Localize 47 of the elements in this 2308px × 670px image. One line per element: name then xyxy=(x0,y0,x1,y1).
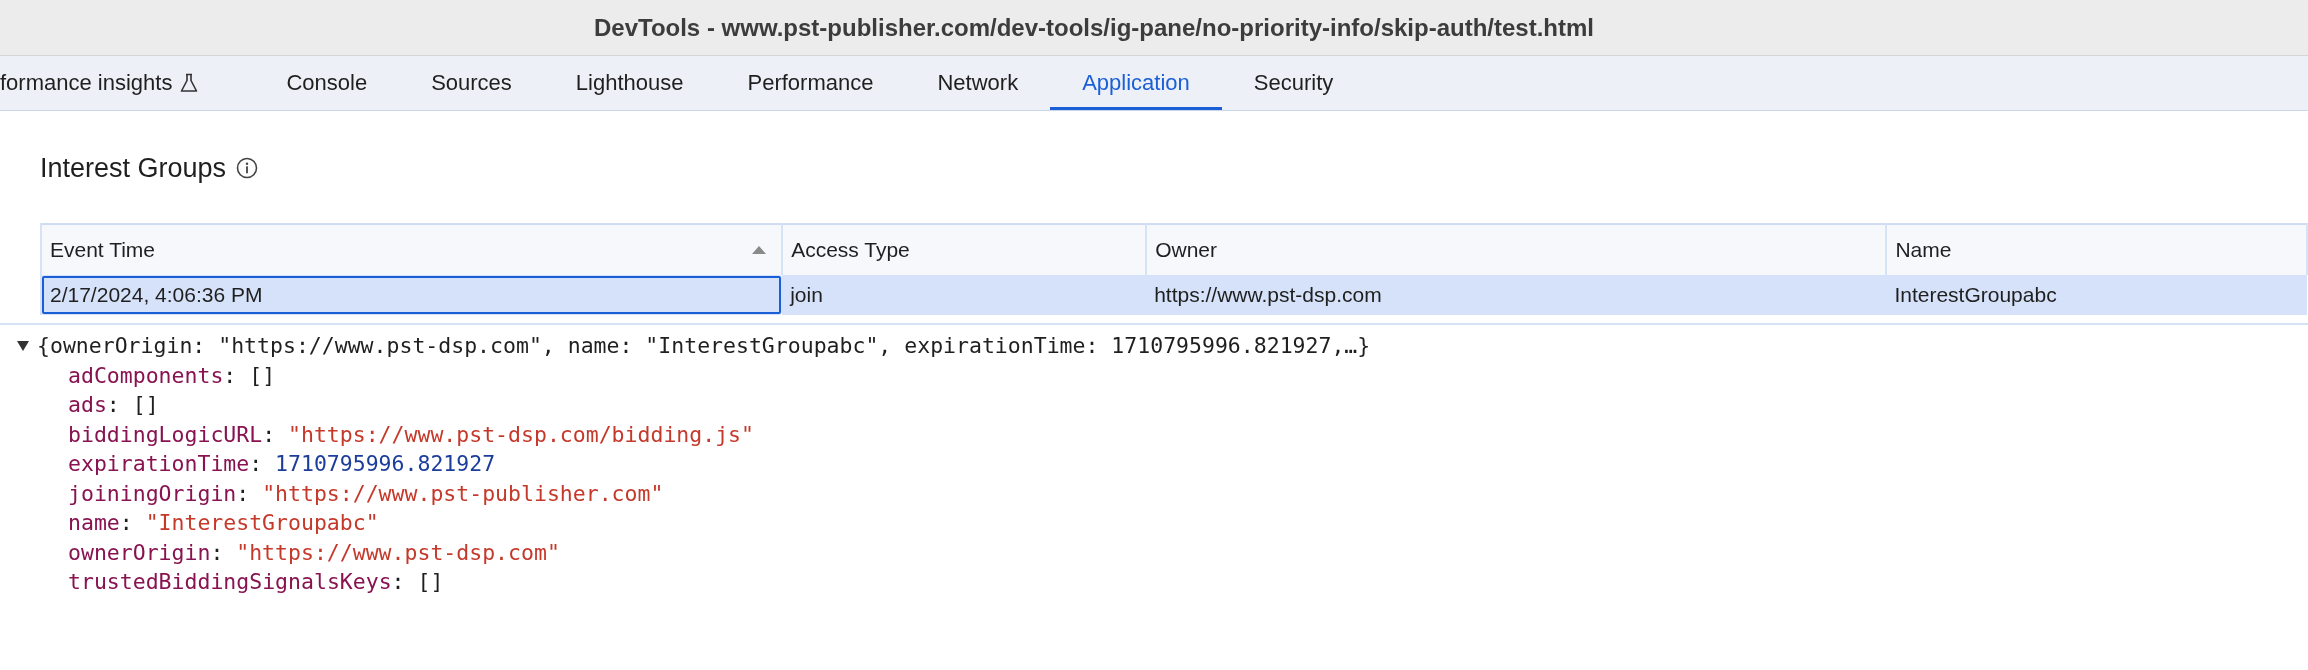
property-value: "https://www.pst-dsp.com" xyxy=(236,539,560,565)
separator: : xyxy=(391,569,405,595)
section-title: Interest Groups xyxy=(40,152,227,184)
table-row[interactable]: 2/17/2024, 4:06:36 PM join https://www.pst-dsp.com InterestGroupabc xyxy=(41,275,2307,315)
property-value: "https://www.pst-dsp.com/bidding.js" xyxy=(288,421,754,447)
tab[interactable]: Security xyxy=(1221,56,1366,110)
table-cell: 2/17/2024, 4:06:36 PM xyxy=(41,275,783,315)
tab[interactable]: Lighthouse xyxy=(543,56,716,110)
tab[interactable]: Network xyxy=(905,56,1051,110)
property-key: trustedBiddingSignalsKeys xyxy=(68,569,392,595)
object-summary: {ownerOrigin: "https://www.pst-dsp.com", name: "InterestGroupabc", expirationTime: 1710795996.821927,…} xyxy=(37,333,1371,359)
property-value: "InterestGroupabc" xyxy=(145,510,379,536)
table-cell: join xyxy=(782,275,1147,315)
tab[interactable]: Application xyxy=(1050,56,1222,110)
expanded-triangle-icon[interactable] xyxy=(16,339,30,352)
flask-icon xyxy=(180,73,199,93)
separator: : xyxy=(106,392,120,418)
column-header[interactable]: Access Type xyxy=(782,224,1147,275)
property-key: ads xyxy=(68,392,107,418)
property-key: biddingLogicURL xyxy=(68,421,263,447)
tab[interactable]: Performance xyxy=(715,56,906,110)
separator: : xyxy=(249,451,263,477)
property-value: [] xyxy=(132,392,159,418)
property-value: 1710795996.821927 xyxy=(275,451,496,477)
property-value: [] xyxy=(249,362,276,388)
column-header[interactable]: Event Time xyxy=(41,224,783,275)
property-key: adComponents xyxy=(68,362,224,388)
column-header[interactable]: Owner xyxy=(1146,224,1887,275)
tab[interactable]: Console xyxy=(254,56,400,110)
tab[interactable]: formance insights xyxy=(0,56,255,110)
table-cell: https://www.pst-dsp.com xyxy=(1146,275,1887,315)
separator: : xyxy=(262,421,276,447)
column-header[interactable]: Name xyxy=(1886,224,2307,275)
property-key: name xyxy=(68,510,120,536)
property-value: "https://www.pst-publisher.com" xyxy=(262,480,664,506)
tab[interactable]: Sources xyxy=(399,56,544,110)
property-key: expirationTime xyxy=(68,451,250,477)
window-title: DevTools - www.pst-publisher.com/dev-tools/ig-pane/no-priority-info/skip-auth/test.html xyxy=(593,13,1594,42)
info-icon[interactable] xyxy=(236,157,259,179)
property-value: [] xyxy=(417,569,444,595)
property-key: joiningOrigin xyxy=(68,480,237,506)
table-cell: InterestGroupabc xyxy=(1886,275,2307,315)
separator: : xyxy=(210,539,224,565)
separator: : xyxy=(223,362,237,388)
separator: : xyxy=(119,510,133,536)
property-key: ownerOrigin xyxy=(68,539,211,565)
separator: : xyxy=(236,480,250,506)
